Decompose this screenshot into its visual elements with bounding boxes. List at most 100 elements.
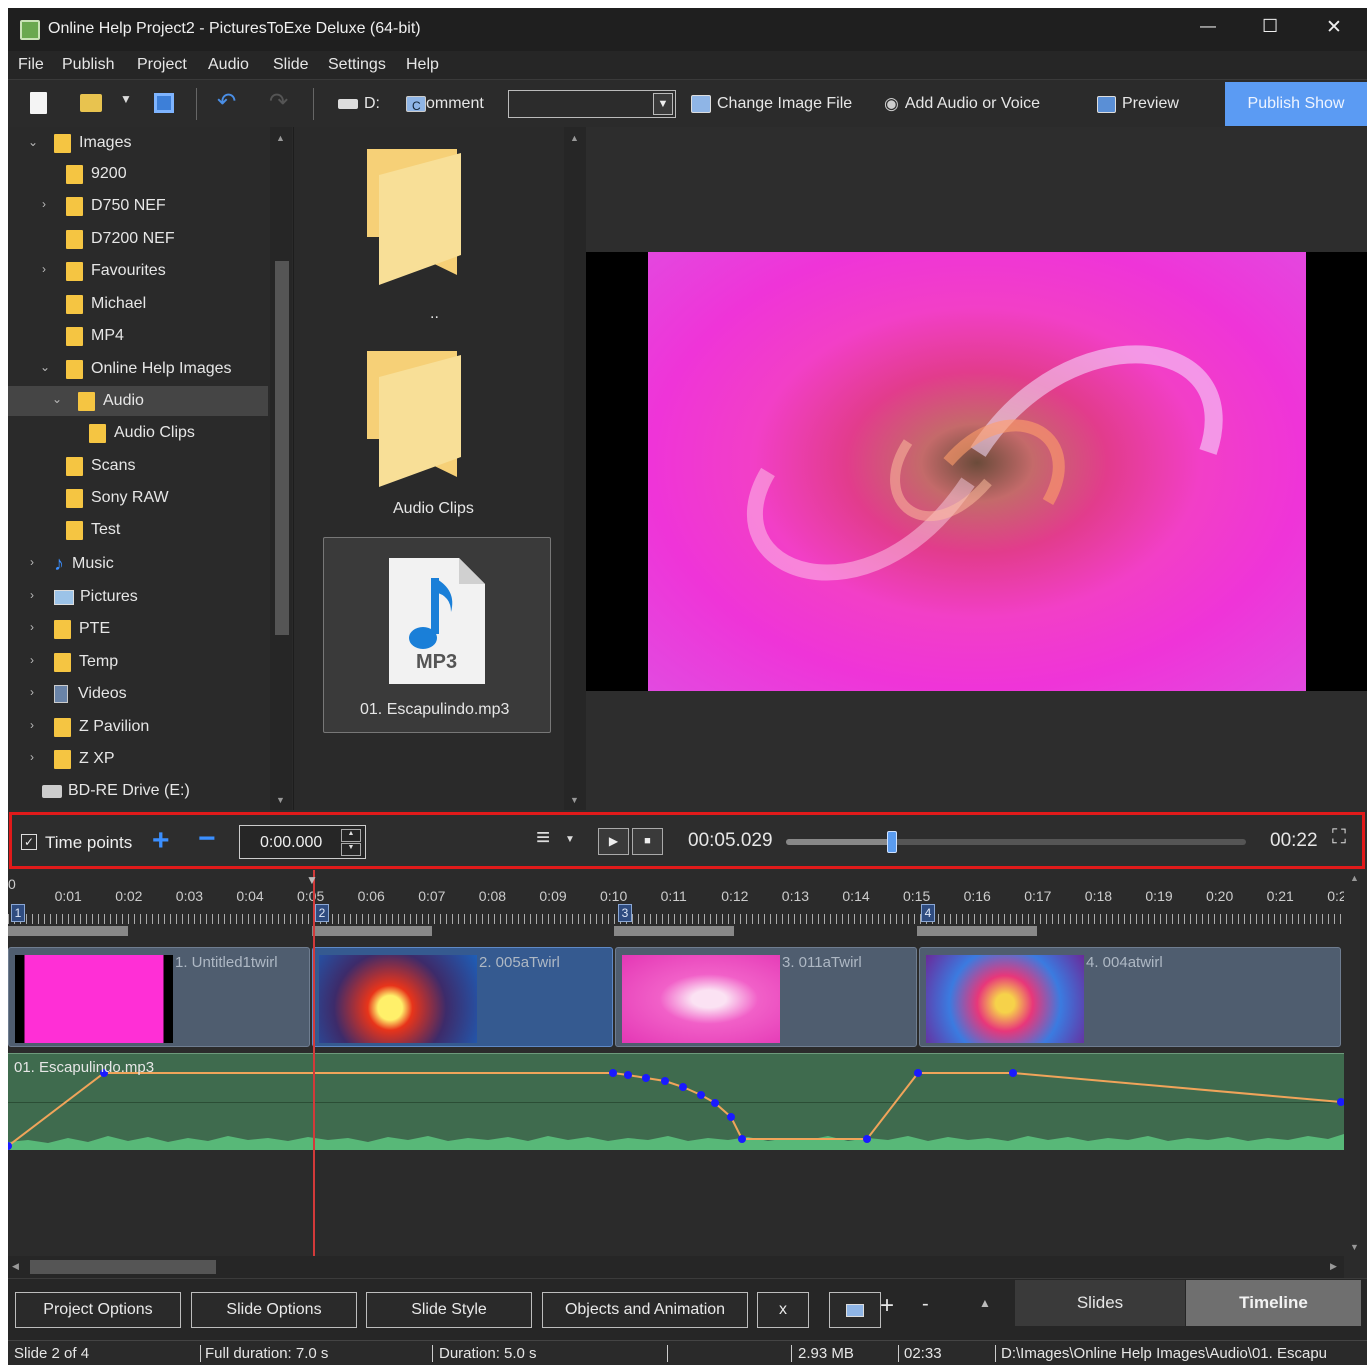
tree-item-michael[interactable]: Michael <box>66 291 146 317</box>
slide-options-button[interactable]: Slide Options <box>191 1292 357 1328</box>
scroll-down-icon[interactable]: ▼ <box>276 795 285 805</box>
tree-item-d750[interactable]: D750 NEF <box>66 193 166 219</box>
drive-button[interactable]: D: <box>338 90 380 118</box>
add-button[interactable]: + <box>880 1292 894 1320</box>
slide-marker[interactable]: 3 <box>618 904 632 922</box>
position-slider-handle[interactable] <box>886 831 897 853</box>
add-timepoint-icon[interactable]: + <box>152 824 170 858</box>
timepoints-checkbox[interactable]: ✓ <box>21 834 37 850</box>
expand-arrow-icon[interactable]: ⌄ <box>40 360 50 374</box>
menu-file[interactable]: File <box>18 56 44 74</box>
slide-clip[interactable]: 4. 004atwirl <box>919 947 1341 1047</box>
volume-node[interactable] <box>679 1083 687 1091</box>
add-audio-button[interactable]: ◉ Add Audio or Voice <box>884 90 1040 118</box>
redo-icon[interactable]: ↷ <box>269 88 288 115</box>
tree-scrollbar-thumb[interactable] <box>275 261 289 635</box>
volume-node[interactable] <box>609 1069 617 1077</box>
playhead-handle[interactable]: ▼ <box>306 873 318 887</box>
slide-marker[interactable]: 1 <box>11 904 25 922</box>
new-file-icon[interactable] <box>30 92 47 114</box>
tree-item-mp4[interactable]: MP4 <box>66 323 124 349</box>
scroll-down-icon[interactable]: ▼ <box>570 795 579 805</box>
maximize-button[interactable]: ☐ <box>1262 16 1278 37</box>
scroll-right-icon[interactable]: ▶ <box>1330 1261 1337 1272</box>
file-item-audio-clips[interactable]: Audio Clips <box>334 345 534 525</box>
stop-button[interactable]: ■ <box>632 828 663 855</box>
slide-marker[interactable]: 2 <box>315 904 329 922</box>
minimize-button[interactable]: — <box>1200 18 1216 36</box>
file-item-parent[interactable]: .. <box>354 145 514 325</box>
volume-node[interactable] <box>1337 1098 1344 1106</box>
scroll-up-icon[interactable]: ▲ <box>570 133 579 143</box>
tree-item-music[interactable]: ♪ Music <box>54 551 114 577</box>
comment-button[interactable]: C omment <box>406 90 484 118</box>
tree-item-pictures[interactable]: Pictures <box>54 584 138 610</box>
tree-item-z-pavilion[interactable]: Z Pavilion <box>54 714 149 740</box>
volume-node[interactable] <box>642 1074 650 1082</box>
scroll-left-icon[interactable]: ◀ <box>12 1261 19 1272</box>
change-image-button[interactable]: Change Image File <box>691 90 852 118</box>
playhead[interactable] <box>313 870 315 1256</box>
remove-button[interactable]: - <box>922 1293 929 1316</box>
timeline-hscrollbar[interactable]: ◀ ▶ <box>8 1256 1344 1278</box>
expand-arrow-icon[interactable]: › <box>42 197 46 211</box>
menu-slide[interactable]: Slide <box>273 56 309 74</box>
fullscreen-icon[interactable]: ⛶ <box>1332 826 1346 849</box>
tree-item-videos[interactable]: Videos <box>54 681 127 707</box>
slide-style-button[interactable]: Slide Style <box>366 1292 532 1328</box>
time-stepper-down[interactable]: ▼ <box>341 843 361 856</box>
volume-node[interactable] <box>624 1071 632 1079</box>
tree-item-scans[interactable]: Scans <box>66 453 135 479</box>
volume-node[interactable] <box>661 1077 669 1085</box>
menu-help[interactable]: Help <box>406 56 439 74</box>
open-dropdown-icon[interactable]: ▼ <box>120 92 132 106</box>
tree-item-online-help[interactable]: Online Help Images <box>66 356 232 382</box>
volume-node[interactable] <box>914 1069 922 1077</box>
undo-icon[interactable]: ↶ <box>217 88 236 115</box>
tab-timeline[interactable]: Timeline <box>1186 1280 1361 1326</box>
close-x-button[interactable]: x <box>757 1292 809 1328</box>
time-stepper-up[interactable]: ▲ <box>341 829 361 842</box>
scroll-down-icon[interactable]: ▼ <box>1350 1242 1359 1252</box>
tree-scrollbar[interactable]: ▲ ▼ <box>270 127 292 810</box>
comment-dropdown[interactable]: ▼ <box>508 90 676 118</box>
volume-node[interactable] <box>863 1135 871 1143</box>
tree-item-d7200[interactable]: D7200 NEF <box>66 226 175 252</box>
remove-timepoint-icon[interactable]: − <box>198 822 216 856</box>
scroll-up-icon[interactable]: ▲ <box>276 133 285 143</box>
slide-clip[interactable]: 3. 011aTwirl <box>615 947 917 1047</box>
tree-item-temp[interactable]: Temp <box>54 649 118 675</box>
expand-arrow-icon[interactable]: › <box>30 555 34 569</box>
tree-item-audio-clips[interactable]: Audio Clips <box>89 420 195 446</box>
volume-node[interactable] <box>711 1099 719 1107</box>
tree-item-favourites[interactable]: Favourites <box>66 258 166 284</box>
time-input[interactable]: 0:00.000 ▲ ▼ <box>239 825 366 859</box>
play-button[interactable]: ▶ <box>598 828 629 855</box>
menu-settings[interactable]: Settings <box>328 56 386 74</box>
tree-item-test[interactable]: Test <box>66 517 120 543</box>
slide-image-button[interactable] <box>829 1292 881 1328</box>
menu-dropdown-icon[interactable]: ▼ <box>565 834 575 845</box>
expand-arrow-icon[interactable]: › <box>30 718 34 732</box>
project-options-button[interactable]: Project Options <box>15 1292 181 1328</box>
volume-node[interactable] <box>738 1135 746 1143</box>
slide-clip[interactable]: 1. Untitled1twirl <box>8 947 310 1047</box>
expand-arrow-icon[interactable]: › <box>30 653 34 667</box>
expand-arrow-icon[interactable]: ⌄ <box>28 135 38 149</box>
volume-node[interactable] <box>727 1113 735 1121</box>
close-button[interactable]: ✕ <box>1326 16 1342 39</box>
tree-item-audio[interactable]: Audio <box>78 388 144 414</box>
expand-arrow-icon[interactable]: › <box>42 262 46 276</box>
file-item-mp3[interactable]: MP3 01. Escapulindo.mp3 <box>323 537 551 733</box>
expand-arrow-icon[interactable]: › <box>30 750 34 764</box>
expand-arrow-icon[interactable]: ⌄ <box>52 392 62 406</box>
expand-arrow-icon[interactable]: › <box>30 588 34 602</box>
expand-arrow-icon[interactable]: › <box>30 620 34 634</box>
volume-node[interactable] <box>1009 1069 1017 1077</box>
menu-icon[interactable]: ≡ <box>536 824 550 852</box>
tree-item-sony-raw[interactable]: Sony RAW <box>66 485 169 511</box>
menu-audio[interactable]: Audio <box>208 56 249 74</box>
tree-item-pte[interactable]: PTE <box>54 616 110 642</box>
objects-animation-button[interactable]: Objects and Animation <box>542 1292 748 1328</box>
audio-track[interactable]: 01. Escapulindo.mp3 <box>8 1053 1344 1150</box>
